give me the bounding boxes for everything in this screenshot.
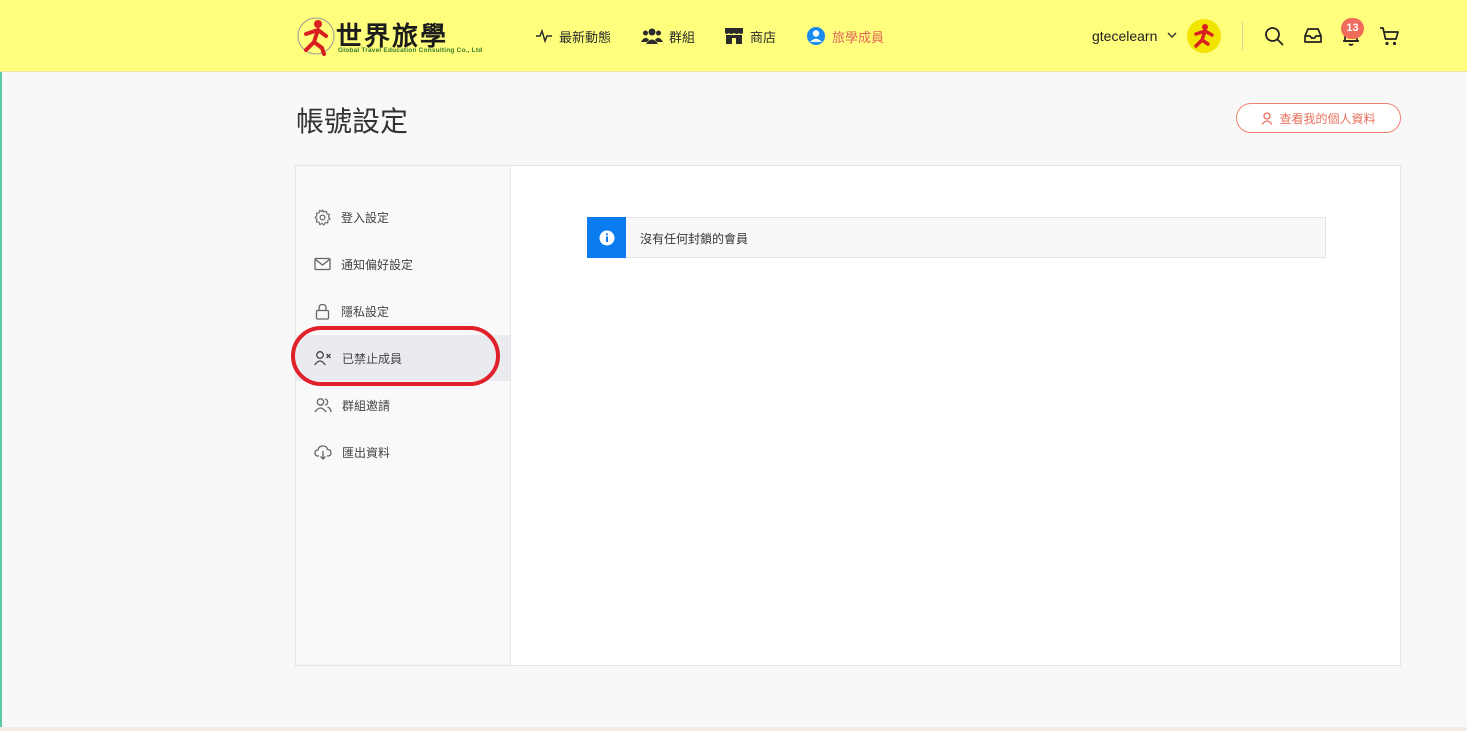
sidebar-item-privacy-settings[interactable]: 隱私設定 [296,288,510,334]
user-x-icon [314,351,331,366]
sidebar-item-label: 已禁止成員 [342,351,403,366]
sidebar-item-blocked-members[interactable]: 已禁止成員 [296,335,510,381]
window-edge [0,0,2,731]
sidebar-item-notification-settings[interactable]: 通知偏好設定 [296,241,510,287]
sidebar-item-label: 群組邀請 [342,398,391,413]
notification-badge: 13 [1341,18,1364,39]
sidebar-item-label: 登入設定 [341,210,390,225]
sidebar-item-label: 隱私設定 [341,304,390,319]
view-profile-label: 查看我的個人資料 [1279,111,1376,126]
nav-activity-label: 最新動態 [559,30,612,46]
gear-icon [314,208,331,226]
activity-icon [536,28,552,44]
notice-icon-box [587,217,626,258]
nav-store[interactable]: 商店 [724,22,776,50]
user-circle-icon [807,27,825,45]
users-icon [314,398,332,413]
nav-members[interactable]: 旅學成員 [806,22,884,50]
sidebar-item-login-settings[interactable]: 登入設定 [296,194,510,240]
cart-icon[interactable] [1378,25,1400,47]
settings-sidebar: 登入設定 通知偏好設定 隱私設定 已禁止成員 群組邀請 匯出資料 [296,166,511,665]
notice-text: 沒有任何封鎖的會員 [640,232,749,246]
settings-panel: 登入設定 通知偏好設定 隱私設定 已禁止成員 群組邀請 匯出資料 沒有任何封鎖的… [295,165,1401,666]
avatar[interactable] [1187,19,1221,53]
no-blocked-members-notice: 沒有任何封鎖的會員 [587,217,1326,258]
user-icon [1261,111,1274,125]
site-logo[interactable]: 世界旅學 Global Travel Education Consulting … [296,14,508,60]
store-icon [725,28,743,44]
nav-groups-label: 群組 [669,30,696,46]
user-name[interactable]: gtecelearn [1092,28,1157,44]
chevron-down-icon[interactable] [1167,31,1177,39]
lock-icon [315,303,330,320]
sidebar-item-export-data[interactable]: 匯出資料 [296,429,510,475]
nav-store-label: 商店 [750,30,777,46]
page-title: 帳號設定 [296,105,409,138]
search-icon[interactable] [1263,25,1285,47]
avatar-logo-icon [1187,19,1221,53]
logo-mark-icon [297,17,335,56]
sidebar-item-label: 匯出資料 [342,445,391,460]
users-icon [641,28,663,44]
footer-edge [0,727,1467,731]
nav-groups[interactable]: 群組 [641,22,695,50]
view-profile-button[interactable]: 查看我的個人資料 [1236,103,1401,133]
sidebar-item-label: 通知偏好設定 [341,257,414,272]
nav-members-label: 旅學成員 [832,30,885,46]
sidebar-item-group-invites[interactable]: 群組邀請 [296,382,510,428]
cloud-download-icon [314,445,332,460]
info-icon [599,230,614,245]
nav-activity[interactable]: 最新動態 [535,22,611,50]
header-divider [1242,22,1243,50]
inbox-icon[interactable] [1302,25,1324,47]
top-navigation-bar: 世界旅學 Global Travel Education Consulting … [0,0,1467,72]
mail-icon [314,257,331,271]
logo-english-text: Global Travel Education Consulting Co., … [338,47,483,54]
